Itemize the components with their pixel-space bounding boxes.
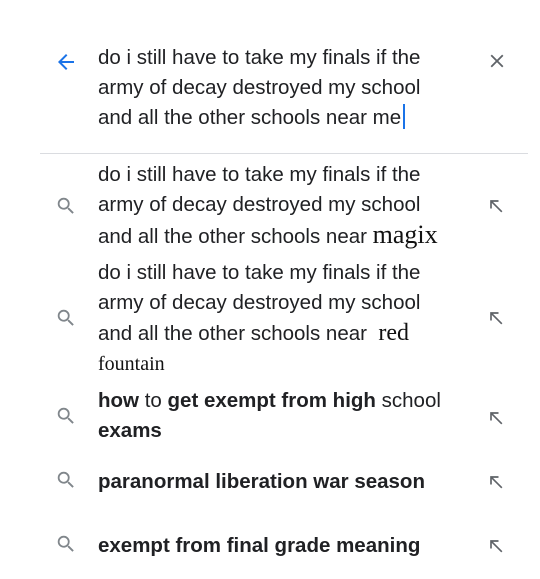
- suggestion-line: and all the other schools near magix: [98, 220, 468, 252]
- suggestion-line: and all the other schools near red: [98, 318, 468, 349]
- suggestion-text: do i still have to take my finals if the…: [98, 160, 468, 252]
- bold-segment: exempt from final grade meaning: [98, 534, 421, 557]
- bold-segment: exams: [98, 419, 162, 442]
- search-icon: [54, 404, 78, 428]
- back-button[interactable]: [52, 48, 80, 76]
- clear-button[interactable]: [484, 48, 510, 74]
- fill-query-button[interactable]: [484, 470, 508, 494]
- bold-segment: how: [98, 389, 139, 412]
- fill-query-button[interactable]: [484, 306, 508, 330]
- plain-segment: school: [381, 389, 441, 412]
- edited-word: red: [378, 320, 410, 346]
- arrow-up-left-icon: [490, 476, 503, 489]
- divider: [40, 153, 528, 154]
- suggestion-line: army of decay destroyed my school: [98, 193, 421, 216]
- suggestion-line: army of decay destroyed my school: [98, 291, 421, 314]
- suggestion-item[interactable]: paranormal liberation war season: [0, 464, 540, 500]
- suggestion-item[interactable]: how to get exempt from high school exams: [0, 386, 540, 448]
- plain-segment: to: [144, 389, 162, 412]
- bold-segment: get exempt from high: [167, 389, 376, 412]
- query-line: do i still have to take my finals if the: [98, 46, 421, 69]
- suggestion-item[interactable]: do i still have to take my finals if the…: [0, 256, 540, 376]
- arrow-up-left-icon: [490, 540, 503, 553]
- close-icon: [490, 54, 504, 68]
- search-input[interactable]: do i still have to take my finals if the…: [98, 43, 468, 133]
- search-icon: [54, 532, 78, 556]
- suggestion-line: exams: [98, 416, 468, 446]
- suggestion-item[interactable]: do i still have to take my finals if the…: [0, 160, 540, 250]
- arrow-left-icon: [58, 54, 74, 70]
- arrow-up-left-icon: [490, 312, 503, 325]
- edited-word: magix: [372, 220, 438, 249]
- edited-word: fountain: [98, 353, 165, 375]
- search-icon: [54, 468, 78, 492]
- text-cursor: [403, 104, 406, 129]
- suggestion-line: do i still have to take my finals if the: [98, 261, 421, 284]
- suggestion-line: do i still have to take my finals if the: [98, 163, 421, 186]
- fill-query-button[interactable]: [484, 194, 508, 218]
- suggestion-item[interactable]: exempt from final grade meaning: [0, 528, 540, 564]
- fill-query-button[interactable]: [484, 406, 508, 430]
- suggestion-line: fountain: [98, 349, 468, 379]
- search-icon: [54, 306, 78, 330]
- arrow-up-left-icon: [490, 200, 503, 213]
- query-line: and all the other schools near me: [98, 103, 468, 133]
- fill-query-button[interactable]: [484, 534, 508, 558]
- suggestion-line: how to get exempt from high school: [98, 386, 468, 416]
- suggestion-text: how to get exempt from high school exams: [98, 386, 468, 446]
- suggestion-text: exempt from final grade meaning: [98, 531, 468, 561]
- query-line: army of decay destroyed my school: [98, 76, 421, 99]
- suggestion-text: paranormal liberation war season: [98, 467, 468, 497]
- search-bar: do i still have to take my finals if the…: [0, 0, 540, 152]
- query-line-text: and all the other schools near me: [98, 106, 402, 129]
- arrow-up-left-icon: [490, 412, 503, 425]
- suggestion-line-text: and all the other schools near: [98, 322, 367, 345]
- search-icon: [54, 194, 78, 218]
- bold-segment: paranormal liberation war season: [98, 470, 425, 493]
- suggestion-line-text: and all the other schools near: [98, 225, 367, 248]
- suggestion-text: do i still have to take my finals if the…: [98, 258, 468, 379]
